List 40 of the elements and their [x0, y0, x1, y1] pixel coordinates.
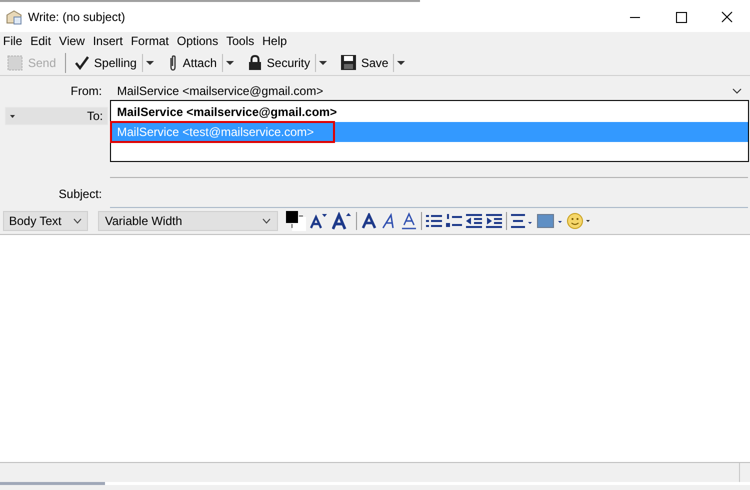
chevron-down-icon [73, 218, 82, 224]
paragraph-format-select[interactable]: Body Text [3, 211, 88, 231]
paperclip-icon [168, 54, 178, 70]
padlock-icon [248, 54, 262, 70]
dropdown-arrow-icon [10, 114, 15, 118]
toolbar-button[interactable]: Attach [164, 52, 220, 74]
menu-item[interactable]: Options [176, 32, 218, 50]
menu-item[interactable]: Tools [226, 32, 254, 50]
chevron-down-icon [262, 218, 271, 224]
toolbar-button[interactable]: Security [244, 52, 314, 74]
larger-font-icon[interactable] [332, 212, 352, 230]
underline-icon[interactable] [401, 212, 417, 230]
chevron-down-icon[interactable] [732, 87, 742, 95]
menu-item[interactable]: Help [262, 32, 287, 50]
from-label: From: [70, 83, 102, 100]
outdent-icon[interactable] [466, 214, 482, 228]
smiley-icon[interactable] [567, 212, 593, 230]
text-color-icon[interactable] [286, 211, 306, 231]
numbered-list-icon[interactable] [446, 214, 462, 228]
from-field[interactable]: MailService <mailservice@gmail.com> [117, 82, 732, 100]
recipient-type-button[interactable]: To: [5, 107, 108, 125]
window-title: Write: (no subject) [28, 9, 126, 26]
align-icon[interactable] [511, 214, 533, 228]
send-icon [7, 54, 23, 70]
font-select[interactable]: Variable Width [98, 211, 278, 231]
smaller-font-icon[interactable] [310, 213, 328, 229]
subject-label: Subject: [58, 186, 102, 203]
bullet-list-icon[interactable] [426, 214, 442, 228]
bold-icon[interactable] [361, 213, 377, 229]
toolbar-button[interactable]: Save [338, 52, 392, 74]
menu-item[interactable]: Insert [92, 32, 123, 50]
toolbar-button[interactable]: Spelling [72, 52, 140, 74]
checkmark-icon [75, 56, 90, 70]
menu-item[interactable]: View [59, 32, 85, 50]
insert-image-icon[interactable] [537, 213, 563, 229]
menu-item[interactable]: Edit [30, 32, 52, 50]
menu-item[interactable]: Format [130, 32, 169, 50]
suggestion-item[interactable]: MailService <mailservice@gmail.com> [111, 102, 748, 122]
menu-item[interactable]: File [3, 32, 22, 50]
indent-icon[interactable] [486, 214, 502, 228]
